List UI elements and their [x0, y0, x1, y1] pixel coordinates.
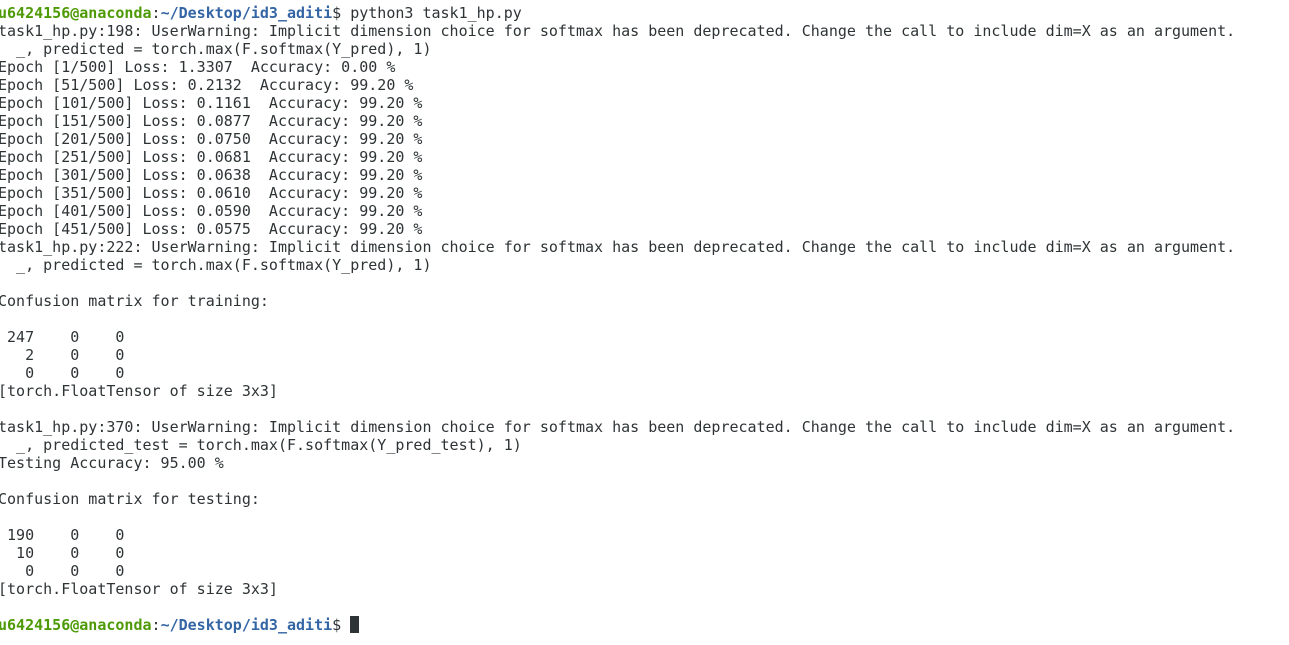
code-line: _, predicted = torch.max(F.softmax(Y_pre… [0, 40, 432, 58]
prompt-symbol: $ [332, 616, 351, 634]
prompt-separator: : [151, 4, 161, 22]
terminal-window[interactable]: u6424156@anaconda:~/Desktop/id3_aditi$ p… [0, 0, 1289, 645]
tensor-size-line: [torch.FloatTensor of size 3x3] [0, 580, 278, 598]
active-prompt-line[interactable]: u6424156@anaconda:~/Desktop/id3_aditi$ [0, 616, 1235, 634]
epoch-line: Epoch [401/500] Loss: 0.0590 Accuracy: 9… [0, 202, 423, 220]
epoch-line: Epoch [251/500] Loss: 0.0681 Accuracy: 9… [0, 148, 423, 166]
terminal-output: u6424156@anaconda:~/Desktop/id3_aditi$ p… [0, 4, 1235, 634]
matrix-row: 0 0 0 [0, 562, 125, 580]
warning-line: task1_hp.py:370: UserWarning: Implicit d… [0, 418, 1236, 436]
epoch-line: Epoch [51/500] Loss: 0.2132 Accuracy: 99… [0, 76, 414, 94]
testing-accuracy-line: Testing Accuracy: 95.00 % [0, 454, 224, 472]
warning-line: task1_hp.py:222: UserWarning: Implicit d… [0, 238, 1236, 256]
prompt-separator: : [151, 616, 161, 634]
prompt-path: ~/Desktop/id3_aditi [160, 616, 333, 634]
epoch-line: Epoch [351/500] Loss: 0.0610 Accuracy: 9… [0, 184, 423, 202]
epoch-line: Epoch [201/500] Loss: 0.0750 Accuracy: 9… [0, 130, 423, 148]
epoch-line: Epoch [301/500] Loss: 0.0638 Accuracy: 9… [0, 166, 423, 184]
epoch-line: Epoch [151/500] Loss: 0.0877 Accuracy: 9… [0, 112, 423, 130]
code-line: _, predicted_test = torch.max(F.softmax(… [0, 436, 522, 454]
tensor-size-line: [torch.FloatTensor of size 3x3] [0, 382, 278, 400]
command-text: python3 task1_hp.py [350, 4, 522, 22]
matrix-row: 190 0 0 [0, 526, 125, 544]
epoch-line: Epoch [451/500] Loss: 0.0575 Accuracy: 9… [0, 220, 423, 238]
command-prompt-line: u6424156@anaconda:~/Desktop/id3_aditi$ p… [0, 4, 1235, 22]
matrix-row: 247 0 0 [0, 328, 125, 346]
prompt-path: ~/Desktop/id3_aditi [160, 4, 333, 22]
epoch-line: Epoch [1/500] Loss: 1.3307 Accuracy: 0.0… [0, 58, 396, 76]
code-line: _, predicted = torch.max(F.softmax(Y_pre… [0, 256, 432, 274]
prompt-symbol: $ [332, 4, 351, 22]
text-cursor[interactable] [350, 616, 360, 633]
epoch-line: Epoch [101/500] Loss: 0.1161 Accuracy: 9… [0, 94, 423, 112]
matrix-row: 10 0 0 [0, 544, 125, 562]
training-matrix-heading: Confusion matrix for training: [0, 292, 269, 310]
testing-matrix-heading: Confusion matrix for testing: [0, 490, 260, 508]
prompt-user-host: u6424156@anaconda [0, 616, 152, 634]
matrix-row: 0 0 0 [0, 364, 125, 382]
prompt-user-host: u6424156@anaconda [0, 4, 152, 22]
warning-line: task1_hp.py:198: UserWarning: Implicit d… [0, 22, 1236, 40]
matrix-row: 2 0 0 [0, 346, 125, 364]
